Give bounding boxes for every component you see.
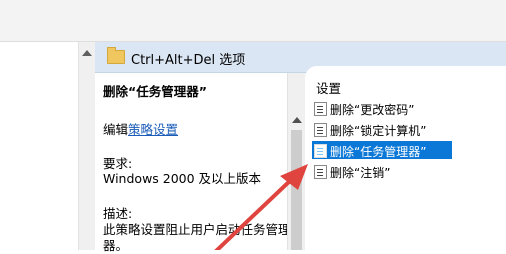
annotation-arrow bbox=[214, 164, 308, 250]
